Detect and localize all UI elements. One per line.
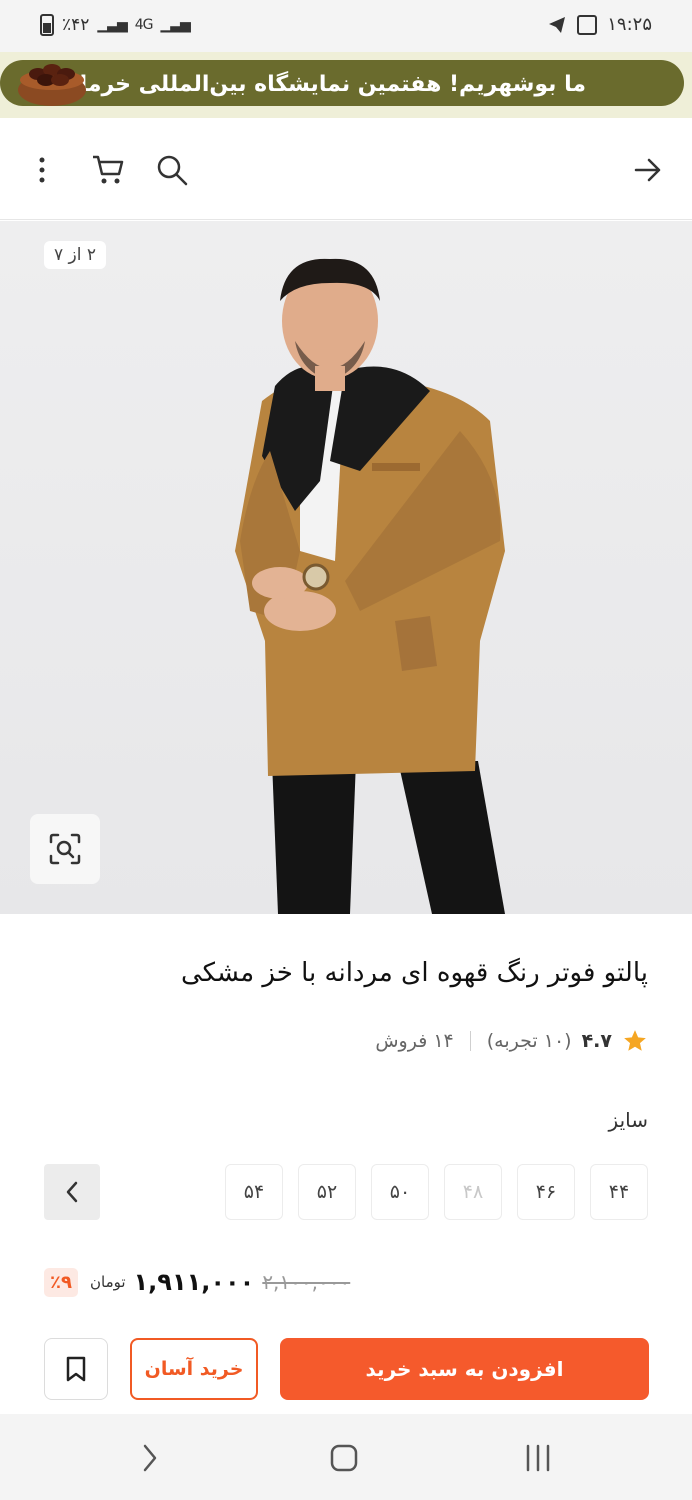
top-nav xyxy=(0,118,692,220)
more-menu-button[interactable] xyxy=(20,148,64,192)
bookmark-button[interactable] xyxy=(44,1338,108,1400)
bookmark-icon xyxy=(66,1356,86,1382)
size-options: ۴۴ ۴۶ ۴۸ ۵۰ ۵۲ ۵۴ xyxy=(225,1164,648,1220)
signal-icon-2: ▁▃▅ xyxy=(160,17,190,33)
size-option[interactable]: ۴۶ xyxy=(517,1164,575,1220)
promo-banner-text: ما بوشهریم! هفتمین نمایشگاه بین‌المللی خ… xyxy=(79,72,586,97)
size-option[interactable]: ۴۴ xyxy=(590,1164,648,1220)
easy-buy-button[interactable]: خرید آسان xyxy=(130,1338,258,1400)
system-home-button[interactable] xyxy=(324,1438,364,1478)
battery-percent: ٪۴۲ xyxy=(62,15,90,35)
search-button[interactable] xyxy=(150,148,194,192)
old-price: ۲,۱۰۰,۰۰۰ xyxy=(262,1270,351,1294)
back-arrow-icon xyxy=(634,158,661,182)
currency-label: تومان xyxy=(89,1272,126,1291)
promo-banner-pill[interactable]: ما بوشهریم! هفتمین نمایشگاه بین‌المللی خ… xyxy=(0,60,684,106)
network-type: 4G xyxy=(134,17,154,33)
cart-button[interactable] xyxy=(86,148,130,192)
star-icon xyxy=(624,1030,646,1051)
more-menu-icon xyxy=(39,157,45,183)
discount-badge: ٪۹ xyxy=(44,1267,78,1297)
add-to-cart-button[interactable]: افزودن به سبد خرید xyxy=(280,1338,649,1400)
system-back-button[interactable] xyxy=(130,1438,170,1478)
image-counter: ۲ از ۷ xyxy=(44,241,107,269)
dates-bowl-image xyxy=(18,64,86,106)
chevron-left-icon xyxy=(66,1181,78,1203)
size-option-disabled: ۴۸ xyxy=(444,1164,502,1220)
promo-banner[interactable]: ما بوشهریم! هفتمین نمایشگاه بین‌المللی خ… xyxy=(0,52,692,118)
clock: ۱۹:۲۵ xyxy=(607,14,652,35)
zoom-button[interactable] xyxy=(30,814,100,884)
product-image[interactable]: ۲ از ۷ xyxy=(0,221,692,914)
product-title: پالتو فوتر رنگ قهوه ای مردانه با خز مشکی xyxy=(181,958,648,988)
status-bar: ٪۴۲ ▁▃▅ 4G ▁▃▅ ۱۹:۲۵ xyxy=(0,0,692,52)
cart-icon xyxy=(93,155,124,184)
back-icon xyxy=(143,1444,157,1472)
current-price: ۱,۹۱۱,۰۰۰ xyxy=(133,1268,255,1296)
status-right: ۱۹:۲۵ xyxy=(547,14,652,35)
status-left: ٪۴۲ ▁▃▅ 4G ▁▃▅ xyxy=(40,14,191,36)
recent-apps-icon xyxy=(526,1444,550,1472)
divider xyxy=(469,1031,471,1051)
size-option[interactable]: ۵۴ xyxy=(225,1164,283,1220)
rating-row: ۴.۷ (۱۰ تجربه) ۱۴ فروش xyxy=(375,1024,648,1058)
zoom-search-icon xyxy=(49,833,81,865)
size-scroll-button[interactable] xyxy=(44,1164,100,1220)
back-button[interactable] xyxy=(626,148,670,192)
signal-icon: ▁▃▅ xyxy=(97,17,127,33)
search-icon xyxy=(157,155,188,186)
battery-icon xyxy=(40,14,54,36)
rating-value: ۴.۷ xyxy=(581,1030,612,1052)
gallery-icon xyxy=(577,14,598,35)
telegram-icon xyxy=(549,16,566,33)
sales-count: ۱۴ فروش xyxy=(375,1030,454,1052)
size-option[interactable]: ۵۰ xyxy=(371,1164,429,1220)
product-photo xyxy=(235,258,505,914)
size-option[interactable]: ۵۲ xyxy=(298,1164,356,1220)
price-row: ٪۹ تومان ۱,۹۱۱,۰۰۰ ۲,۱۰۰,۰۰۰ xyxy=(44,1262,350,1302)
reviews-count[interactable]: (۱۰ تجربه) xyxy=(487,1030,572,1052)
home-icon xyxy=(330,1444,358,1472)
system-recents-button[interactable] xyxy=(518,1438,558,1478)
size-label: سایز xyxy=(608,1108,648,1132)
system-nav-bar xyxy=(0,1414,692,1500)
